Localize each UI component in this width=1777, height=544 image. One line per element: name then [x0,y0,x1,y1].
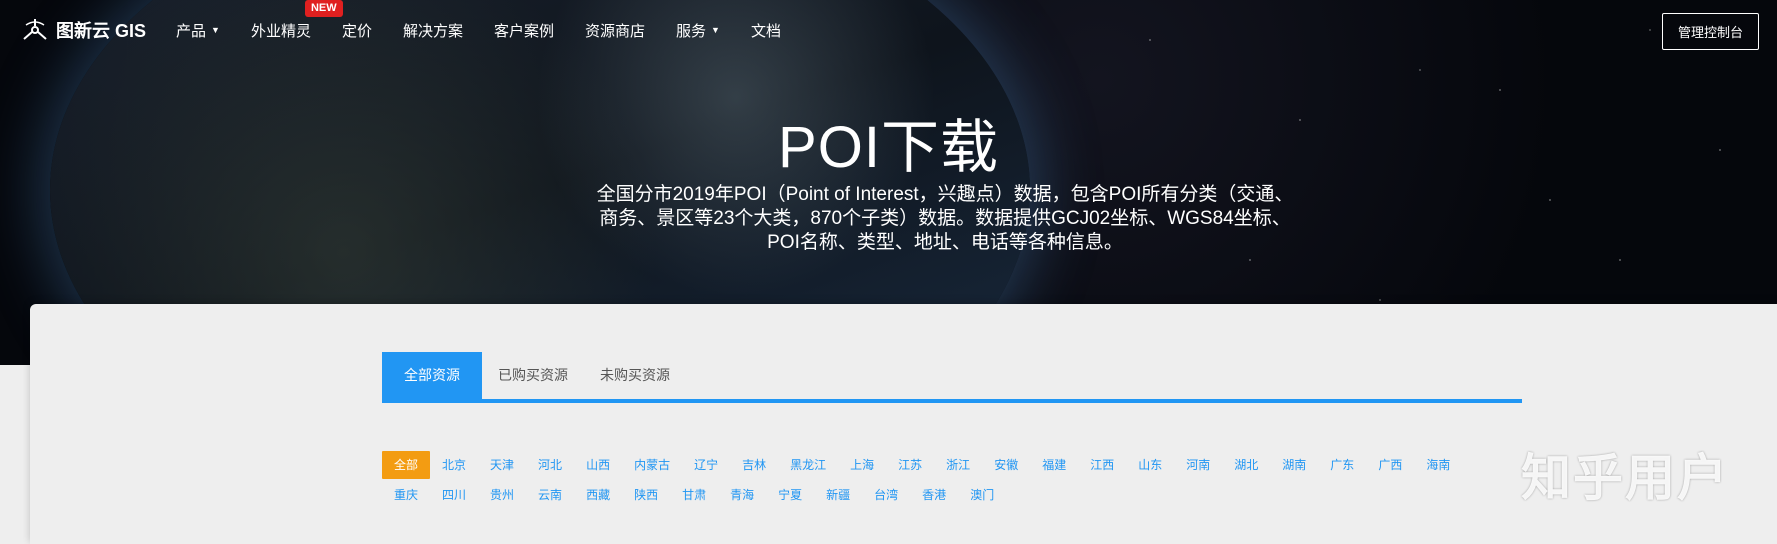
tab-purchased-resources[interactable]: 已购买资源 [482,352,584,399]
logo-text: 图新云 GIS [56,21,147,41]
region-filter-item[interactable]: 辽宁 [682,451,730,479]
resource-tabs: 全部资源 已购买资源 未购买资源 [382,352,1522,403]
region-filter-item[interactable]: 山西 [574,451,622,479]
chevron-down-icon: ▼ [211,25,220,35]
region-filter: 全部 北京 天津 河北 山西 内蒙古 辽宁 吉林 黑龙江 上海 江苏 浙江 安徽 福建 江西 山东 河南 湖北 湖南… [382,450,1522,510]
region-filter-item[interactable]: 青海 [718,481,766,509]
logo[interactable]: 图新云 GIS [20,17,146,43]
nav-item-label: 解决方案 [402,22,463,40]
region-filter-item[interactable]: 内蒙古 [622,451,682,479]
region-filter-item[interactable]: 四川 [430,481,478,509]
region-filter-item[interactable]: 湖南 [1270,451,1318,479]
region-filter-item[interactable]: 甘肃 [670,481,718,509]
region-filter-item[interactable]: 江苏 [886,451,934,479]
nav-item-label: 产品 [176,22,207,40]
region-filter-item[interactable]: 浙江 [934,451,982,479]
description-line: 全国分市2019年POI（Point of Interest，兴趣点）数据，包含… [596,184,1294,205]
region-filter-item[interactable]: 黑龙江 [778,451,838,479]
region-filter-item[interactable]: 河南 [1174,451,1222,479]
region-filter-item[interactable]: 广东 [1318,451,1366,479]
region-filter-item[interactable]: 香港 [910,481,958,509]
region-filter-item[interactable]: 安徽 [982,451,1030,479]
description-line: POI名称、类型、地址、电话等各种信息。 [767,232,1123,253]
nav-item-label: 资源商店 [585,22,646,40]
region-row: 全部 北京 天津 河北 山西 内蒙古 辽宁 吉林 黑龙江 上海 江苏 浙江 安徽 福建 江西 山东 河南 湖北 湖南… [382,450,1522,480]
region-filter-item[interactable]: 重庆 [382,481,430,509]
region-filter-item[interactable]: 北京 [430,451,478,479]
region-filter-item[interactable]: 云南 [526,481,574,509]
region-filter-item[interactable]: 贵州 [478,481,526,509]
tab-all-resources[interactable]: 全部资源 [382,352,482,399]
nav-item-product[interactable]: 产品 ▼ [176,20,220,41]
region-filter-item[interactable]: 福建 [1030,451,1078,479]
logo-icon [23,19,47,40]
new-badge: NEW [304,0,343,17]
nav-item-label: 客户案例 [494,22,555,40]
region-filter-item[interactable]: 西藏 [574,481,622,509]
nav-item-label: 外业精灵 [250,22,311,40]
page-description: 全国分市2019年POI（Point of Interest，兴趣点）数据，包含… [565,183,1325,255]
nav-item-label: 文档 [750,22,781,40]
region-filter-item[interactable]: 河北 [526,451,574,479]
nav-item-docs[interactable]: 文档 [751,20,781,41]
tab-unpurchased-resources[interactable]: 未购买资源 [584,352,686,399]
region-filter-item[interactable]: 新疆 [814,481,862,509]
page-title: POI下载 [778,115,999,180]
region-filter-item[interactable]: 吉林 [730,451,778,479]
nav-item-label: 定价 [341,22,372,40]
nav-item-field-app[interactable]: 外业精灵 NEW [250,0,343,41]
content-panel: 全部资源 已购买资源 未购买资源 全部 北京 天津 河北 山西 内蒙古 辽宁 吉林 黑龙江 上海江… [30,304,1777,544]
region-filter-item[interactable]: 天津 [478,451,526,479]
watermark: 知乎用户 [1521,450,1729,506]
region-filter-item[interactable]: 山东 [1126,451,1174,479]
region-filter-item[interactable]: 陕西 [622,481,670,509]
description-line: 商务、景区等23个大类，870个子类）数据。数据提供GCJ02坐标、WGS84坐… [599,208,1291,229]
nav-item-solutions[interactable]: 解决方案 [403,20,463,41]
region-filter-item[interactable]: 上海 [838,451,886,479]
top-navbar: 图新云 GIS 产品 ▼ 外业精灵 NEW 定价 解决方案 客户案例 资源商店 [0,0,1777,60]
nav-item-cases[interactable]: 客户案例 [494,20,554,41]
nav-item-store[interactable]: 资源商店 [585,20,645,41]
region-filter-item[interactable]: 湖北 [1222,451,1270,479]
region-filter-item[interactable]: 江西 [1078,451,1126,479]
nav-menu: 产品 ▼ 外业精灵 NEW 定价 解决方案 客户案例 资源商店 服务 ▼ 文档 [176,0,812,41]
nav-item-services[interactable]: 服务 ▼ [676,20,720,41]
region-filter-item[interactable]: 全部 [382,451,431,479]
region-filter-item[interactable]: 台湾 [862,481,910,509]
region-row: 重庆 四川 贵州 云南 西藏 陕西 甘肃 青海 宁夏 新疆 台湾 香港 澳门 [382,480,1522,510]
nav-item-label: 服务 [676,22,707,40]
region-filter-item[interactable]: 澳门 [958,481,1006,509]
console-button[interactable]: 管理控制台 [1661,13,1759,50]
region-filter-item[interactable]: 广西 [1366,451,1414,479]
region-filter-item[interactable]: 宁夏 [766,481,814,509]
region-filter-item[interactable]: 海南 [1414,451,1462,479]
nav-item-pricing[interactable]: 定价 [342,20,372,41]
chevron-down-icon: ▼ [711,25,720,35]
